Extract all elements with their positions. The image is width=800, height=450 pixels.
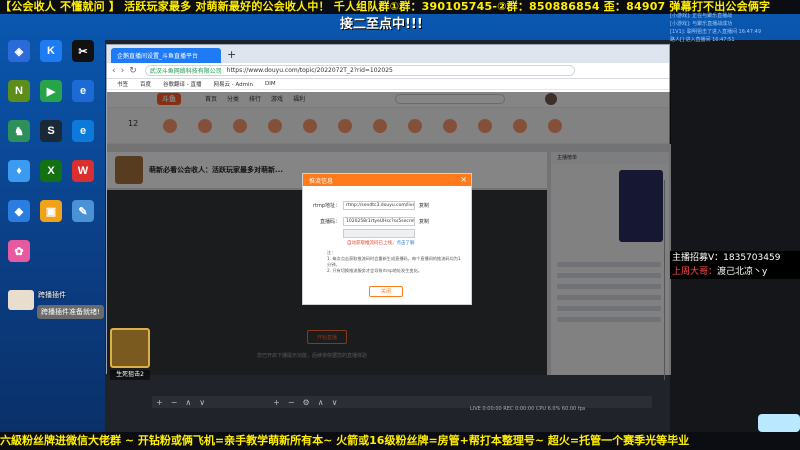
media-player-icon: ▣ <box>40 200 62 222</box>
bottom-scrolling-banner: 六級粉丝牌进微信大佬群 ~ 开钻粉或俩飞机=亲手教学萌新所有本~ 火箭或16级粉… <box>0 432 800 450</box>
desktop-icon[interactable]: ✿ <box>4 240 34 280</box>
obs-control-button[interactable]: + <box>273 398 280 407</box>
bookmark-item[interactable]: 网易云 - Admin <box>214 80 254 88</box>
media-icon: ▶ <box>40 80 62 102</box>
rtmp-field[interactable]: rtmp://sendtc3.douyu.com/live <box>343 201 415 210</box>
captain-label: 上周大哥： <box>672 267 718 277</box>
chat-line: 路人[] 进入直播间 16:47:51 <box>670 37 735 43</box>
desktop-icon[interactable]: ◈ <box>4 40 34 80</box>
browser-tab[interactable]: 企鹅直播间设置_斗鱼直播平台 <box>111 48 221 63</box>
url-text: https://www.douyu.com/topic/2022072T_2?r… <box>226 67 393 74</box>
chat-line: [小游戏]: 正在与聚乐直播战 <box>670 13 733 19</box>
recruit-banner: 主播招募V：1835703459 <box>670 251 800 265</box>
subtitle-banner: 接二至点中!!! <box>340 17 423 32</box>
push-stream-dialog: 推流信息 × rtmp地址： rtmp://sendtc3.douyu.com/… <box>302 173 472 305</box>
obs-control-button[interactable]: ∨ <box>332 398 338 407</box>
site-identity: 武汉斗鱼网络科技有限公司 <box>149 68 222 75</box>
shield-icon: ◈ <box>8 40 30 62</box>
nvidia-icon: N <box>8 80 30 102</box>
key-row: 直播码： 1020258r1rtyeUHsc?ss5secret=•••••• … <box>303 216 473 227</box>
desktop-icon[interactable]: K <box>36 40 66 80</box>
key-progress <box>343 229 415 238</box>
obs-control-button[interactable]: ⚙ <box>303 398 310 407</box>
bookmarks-bar: 书签 百度 谷歌翻译 - 直播 网易云 - Admin DIM <box>107 79 669 90</box>
back-icon[interactable]: ‹ <box>112 66 116 76</box>
edge-icon: e <box>72 120 94 142</box>
notepad-icon: ✎ <box>72 200 94 222</box>
desktop-icon[interactable]: ▣ <box>36 200 66 240</box>
wps-icon: W <box>72 160 94 182</box>
learn-more-link[interactable]: 点击了解 <box>397 241 415 246</box>
desktop-icon[interactable]: ◆ <box>4 200 34 240</box>
k-icon: K <box>40 40 62 62</box>
steam-icon: S <box>40 120 62 142</box>
forward-icon[interactable]: › <box>121 66 125 76</box>
close-icon[interactable]: × <box>460 175 467 184</box>
key-row-2 <box>303 228 473 239</box>
obs-control-button[interactable]: + <box>156 398 163 407</box>
captain-banner: 上周大哥：渡己北凉丶y <box>670 265 800 279</box>
bookmark-item[interactable]: 谷歌翻译 - 直播 <box>163 80 201 88</box>
tab-bar: 企鹅直播间设置_斗鱼直播平台 + <box>107 45 669 63</box>
desktop-icon[interactable]: ♞ <box>4 120 34 160</box>
game-label: 生死狙击2 <box>110 370 150 380</box>
bookmark-item[interactable]: 百度 <box>140 80 151 88</box>
desktop-icon[interactable]: ▶ <box>36 80 66 120</box>
obs-control-button[interactable]: − <box>171 398 178 407</box>
bookmark-item[interactable]: DIM <box>265 81 276 87</box>
plugin-thumbnail <box>8 290 34 310</box>
ie-icon: e <box>72 80 94 102</box>
paint-icon: ✿ <box>8 240 30 262</box>
auto-key-note: 自动获取推流码已上线，点击了解 <box>347 241 415 246</box>
desktop-icon[interactable]: e <box>68 80 98 120</box>
obs-status: LIVE 0:00:00 REC 0:00:00 CPU 6.0% 60.00 … <box>470 406 586 412</box>
app-icon: ♦ <box>8 160 30 182</box>
desktop-icon[interactable]: W <box>68 160 98 200</box>
desktop-icon[interactable]: N <box>4 80 34 120</box>
game-thumbnail <box>110 328 150 368</box>
plugin-name: 跨播插件 <box>38 291 66 299</box>
desktop-icon[interactable]: ✎ <box>68 200 98 240</box>
refresh-icon[interactable]: ↻ <box>129 66 137 76</box>
xbox-icon: X <box>40 160 62 182</box>
copy-rtmp-button[interactable]: 复制 <box>419 202 429 209</box>
plugin-ready-label: 跨播插件准备就绪! <box>37 305 104 319</box>
desktop-icon[interactable]: ✂ <box>68 40 98 80</box>
key-label: 直播码： <box>319 219 340 225</box>
note-item: 2. 只有切换推流服务才会导致rtmp地址发生变化。 <box>327 268 422 273</box>
dialog-title: 推流信息 <box>309 177 334 185</box>
obs-control-button[interactable]: − <box>288 398 295 407</box>
dialog-notes: 注： 1. 每次点击获取推流码时会重新生成直播码，每个直播间的推流码均为1分钟。… <box>327 250 462 274</box>
bookmark-item[interactable]: 书签 <box>117 80 128 88</box>
chat-panel-bg <box>670 40 800 450</box>
note-item: 1. 每次点击获取推流码时会重新生成直播码，每个直播间的推流码均为1分钟。 <box>327 256 461 267</box>
url-input[interactable]: 武汉斗鱼网络科技有限公司 https://www.douyu.com/topic… <box>144 65 575 76</box>
captain-name: 渡己北凉丶y <box>717 267 768 277</box>
desktop-icon[interactable]: ♦ <box>4 160 34 200</box>
obs-control-button[interactable]: ∨ <box>199 398 205 407</box>
address-bar: ‹ › ↻ 武汉斗鱼网络科技有限公司 https://www.douyu.com… <box>107 63 669 79</box>
plugin-icon: ◆ <box>8 200 30 222</box>
rtmp-label: rtmp地址： <box>312 203 340 209</box>
desktop-icon[interactable]: e <box>68 120 98 160</box>
obs-control-button[interactable]: ∧ <box>185 398 191 407</box>
desktop-icon[interactable]: X <box>36 160 66 200</box>
corner-decoration <box>758 414 800 432</box>
rtmp-row: rtmp地址： rtmp://sendtc3.douyu.com/live 复制 <box>303 200 473 211</box>
close-dialog-button[interactable]: 关闭 <box>369 286 403 297</box>
stream-key-field[interactable]: 1020258r1rtyeUHsc?ss5secret=•••••• <box>343 217 415 226</box>
obs-control-button[interactable]: ∧ <box>318 398 324 407</box>
dialog-header: 推流信息 × <box>303 174 471 186</box>
copy-key-button[interactable]: 复制 <box>419 218 429 225</box>
chat-line: [小游戏]: 与聚乐直播战成功 <box>670 21 733 27</box>
chat-line: [1V1]: 聪明狙击了进入直播间 16:47:49 <box>670 29 762 35</box>
game-icon: ♞ <box>8 120 30 142</box>
divider <box>664 180 665 380</box>
chat-top-messages: [小游戏]: 正在与聚乐直播战 [小游戏]: 与聚乐直播战成功 [1V1]: 聪… <box>670 12 800 44</box>
new-tab-icon[interactable]: + <box>227 48 236 61</box>
desktop-icon[interactable]: S <box>36 120 66 160</box>
capcut-icon: ✂ <box>72 40 94 62</box>
